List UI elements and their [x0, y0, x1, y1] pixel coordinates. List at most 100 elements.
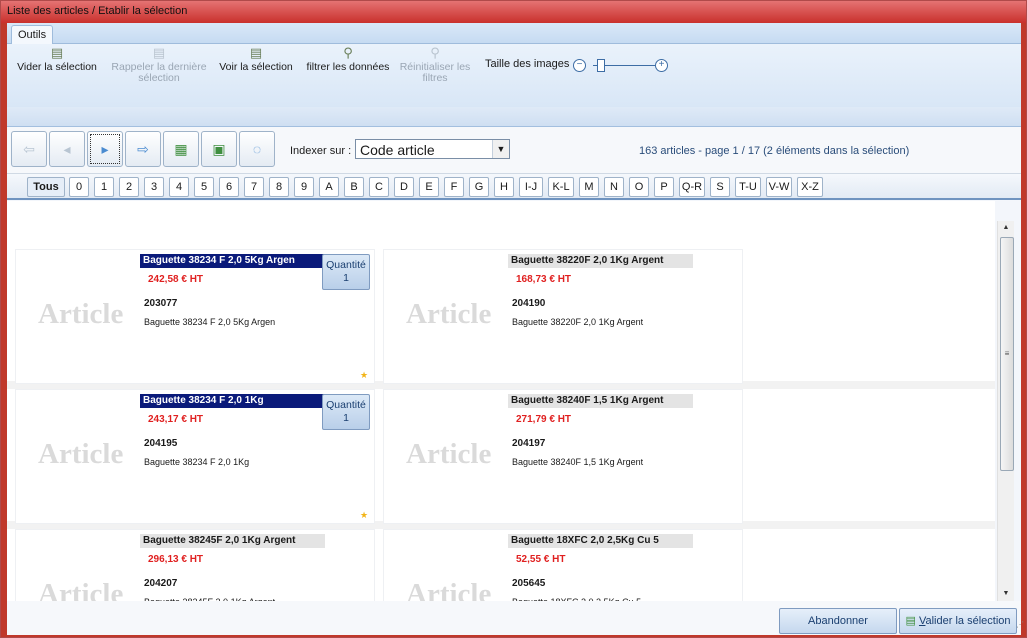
article-title: Baguette 38220F 2,0 1Kg Argent — [508, 254, 693, 268]
article-placeholder-image: Article — [38, 578, 124, 601]
letter-tab-q-r[interactable]: Q-R — [679, 177, 705, 197]
validate-icon: ▤ — [905, 615, 916, 627]
export-button[interactable]: ▦ — [163, 131, 199, 167]
speech-bubble-icon: ◌ — [252, 141, 262, 157]
article-title: Baguette 18XFC 2,0 2,5Kg Cu 5 — [508, 534, 693, 548]
letter-tab-n[interactable]: N — [604, 177, 624, 197]
letter-tab-d[interactable]: D — [394, 177, 414, 197]
ribbon-tab-row: Outils — [7, 23, 1021, 44]
letter-tab-o[interactable]: O — [629, 177, 649, 197]
first-page-button[interactable]: ⇦ — [11, 131, 47, 167]
view-selection-label: Voir la sélection — [219, 61, 293, 73]
letter-tab-3[interactable]: 3 — [144, 177, 164, 197]
article-placeholder-image: Article — [406, 578, 492, 601]
next-page-icon: ▸ — [101, 141, 109, 157]
clear-selection-icon: ▤ — [50, 45, 64, 60]
article-card[interactable]: Article Baguette 38220F 2,0 1Kg Argent 168… — [383, 249, 743, 384]
article-title: Baguette 38234 F 2,0 5Kg Argen — [140, 254, 325, 268]
quantity-button[interactable]: Quantité 1 — [322, 394, 370, 430]
article-card[interactable]: Article Baguette 38240F 1,5 1Kg Argent 271… — [383, 389, 743, 524]
scroll-up-icon[interactable]: ▲ — [998, 221, 1014, 235]
article-placeholder-image: Article — [406, 438, 492, 470]
title-bar: Liste des articles / Etablir la sélectio… — [1, 1, 1026, 23]
image-size-slider-thumb[interactable] — [597, 59, 605, 72]
index-select[interactable]: Code article ▼ — [355, 139, 510, 159]
recall-selection-icon: ▤ — [152, 45, 166, 60]
letter-tab-v-w[interactable]: V-W — [766, 177, 792, 197]
letter-tab-8[interactable]: 8 — [269, 177, 289, 197]
index-select-value: Code article — [360, 142, 435, 158]
article-placeholder-image: Article — [38, 438, 124, 470]
letter-tab-g[interactable]: G — [469, 177, 489, 197]
letter-tab-e[interactable]: E — [419, 177, 439, 197]
next-page-button[interactable]: ▸ — [87, 131, 123, 167]
quantity-label: Quantité — [326, 399, 366, 411]
letter-tab-c[interactable]: C — [369, 177, 389, 197]
cancel-button[interactable]: Abandonner — [779, 608, 897, 634]
article-title: Baguette 38240F 1,5 1Kg Argent — [508, 394, 693, 408]
scroll-down-icon[interactable]: ▼ — [998, 587, 1014, 601]
reset-filters-button[interactable]: ⚲ Réinitialiser les filtres — [397, 46, 473, 84]
letter-tab-t-u[interactable]: T-U — [735, 177, 761, 197]
letter-tab-1[interactable]: 1 — [94, 177, 114, 197]
add-icon: ▣ — [212, 141, 226, 157]
recall-selection-button[interactable]: ▤ Rappeler la dernière sélection — [107, 46, 211, 84]
first-page-icon: ⇦ — [23, 141, 35, 157]
article-description: Baguette 38240F 1,5 1Kg Argent — [512, 457, 644, 467]
letter-tab-9[interactable]: 9 — [294, 177, 314, 197]
letter-tab-tous[interactable]: Tous — [27, 177, 65, 197]
letter-tab-s[interactable]: S — [710, 177, 730, 197]
letter-tab-5[interactable]: 5 — [194, 177, 214, 197]
view-selection-button[interactable]: ▤ Voir la sélection — [213, 46, 299, 73]
recall-selection-label-2: sélection — [138, 72, 180, 84]
article-price: 242,58 € HT — [148, 274, 204, 285]
letter-tab-k-l[interactable]: K-L — [548, 177, 574, 197]
window-client: Outils ▤ Vider la sélection ▤ Rappeler l… — [7, 23, 1021, 635]
previous-page-button[interactable]: ◂ — [49, 131, 85, 167]
letter-tab-a[interactable]: A — [319, 177, 339, 197]
article-card[interactable]: Article Baguette 38245F 2,0 1Kg Argent 296… — [15, 529, 375, 601]
zoom-in-icon[interactable]: + — [655, 59, 668, 72]
letter-tab-i-j[interactable]: I-J — [519, 177, 543, 197]
letter-tab-2[interactable]: 2 — [119, 177, 139, 197]
last-page-icon: ⇨ — [137, 141, 149, 157]
filter-data-label: filtrer les données — [306, 61, 390, 73]
scrollbar-thumb[interactable]: ≡ — [1000, 237, 1014, 471]
article-code: 204195 — [144, 438, 178, 449]
article-card[interactable]: Article Baguette 18XFC 2,0 2,5Kg Cu 5 52,5… — [383, 529, 743, 601]
zoom-out-icon[interactable]: − — [573, 59, 586, 72]
letter-tab-4[interactable]: 4 — [169, 177, 189, 197]
article-code: 205645 — [512, 578, 546, 589]
letter-tab-f[interactable]: F — [444, 177, 464, 197]
article-card[interactable]: Article Baguette 38234 F 2,0 1Kg 243,17 € … — [15, 389, 375, 524]
letter-tab-x-z[interactable]: X-Z — [797, 177, 823, 197]
article-card[interactable]: Article Baguette 38234 F 2,0 5Kg Argen 242… — [15, 249, 375, 384]
clear-selection-button[interactable]: ▤ Vider la sélection — [9, 46, 105, 73]
article-price: 168,73 € HT — [516, 274, 572, 285]
vertical-scrollbar[interactable]: ▲ ≡ ▼ — [997, 221, 1014, 601]
article-price: 52,55 € HT — [516, 554, 566, 565]
quantity-button[interactable]: Quantité 1 — [322, 254, 370, 290]
letter-tab-b[interactable]: B — [344, 177, 364, 197]
index-label: Indexer sur : — [290, 145, 352, 157]
filter-icon: ⚲ — [343, 45, 353, 60]
article-description: Baguette 38234 F 2,0 1Kg — [144, 457, 250, 467]
article-code: 204207 — [144, 578, 178, 589]
letter-tab-7[interactable]: 7 — [244, 177, 264, 197]
letter-tab-m[interactable]: M — [579, 177, 599, 197]
last-page-button[interactable]: ⇨ — [125, 131, 161, 167]
chevron-down-icon[interactable]: ▼ — [492, 140, 509, 158]
ribbon-footer — [7, 107, 1021, 126]
letter-tab-h[interactable]: H — [494, 177, 514, 197]
add-to-selection-button[interactable]: ▣ — [201, 131, 237, 167]
comment-button[interactable]: ◌ — [239, 131, 275, 167]
resize-grip-icon[interactable]: ⋰ — [1016, 620, 1024, 629]
navigation-toolbar: ⇦ ◂ ▸ ⇨ ▦ ▣ ◌ Indexer sur : Code article… — [7, 127, 1021, 174]
filter-data-button[interactable]: ⚲ filtrer les données — [301, 46, 395, 73]
letter-tab-0[interactable]: 0 — [69, 177, 89, 197]
letter-tab-6[interactable]: 6 — [219, 177, 239, 197]
tab-outils[interactable]: Outils — [11, 25, 54, 44]
article-placeholder-image: Article — [38, 298, 124, 330]
validate-selection-button[interactable]: ▤ Valider la sélection — [899, 608, 1017, 634]
letter-tab-p[interactable]: P — [654, 177, 674, 197]
